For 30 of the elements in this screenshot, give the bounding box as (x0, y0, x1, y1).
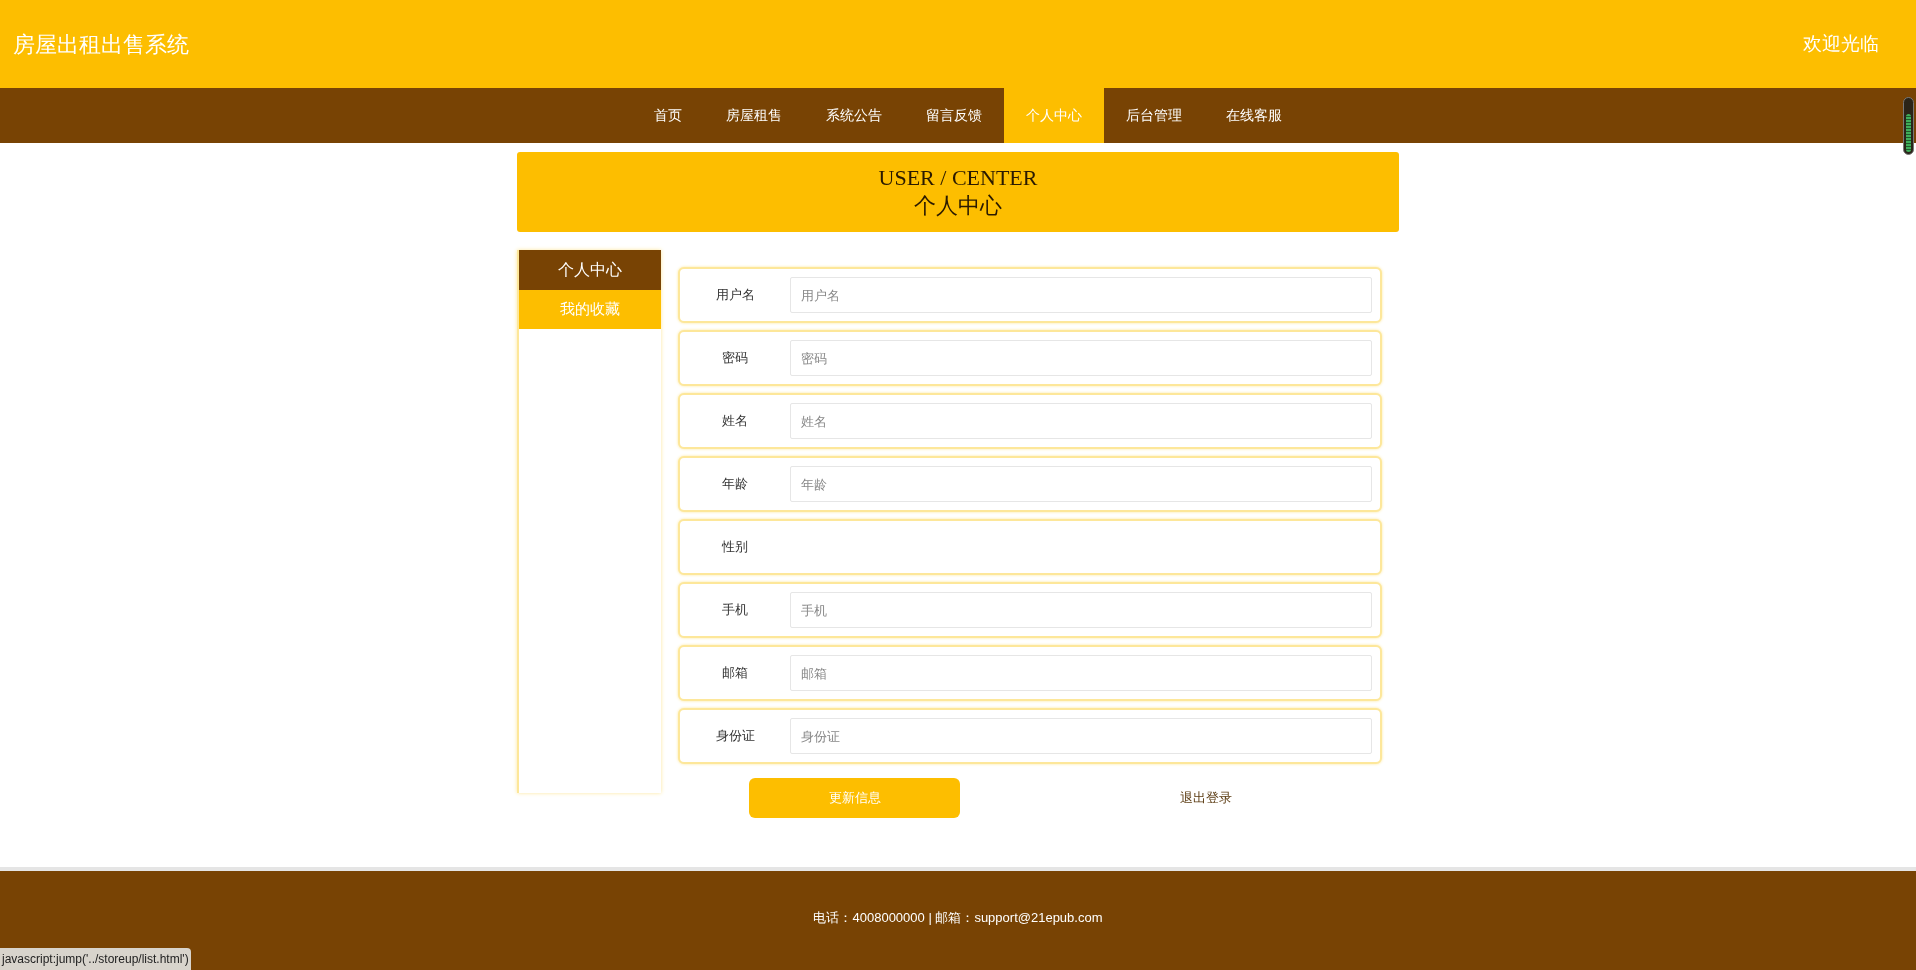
field-label: 性别 (721, 538, 749, 557)
scroll-indicator-icon (1903, 97, 1914, 155)
welcome-text: 欢迎光临 (1803, 31, 1880, 56)
input-field[interactable]: 身份证 (790, 718, 1372, 754)
sidebar-title: 个人中心 (519, 250, 661, 290)
nav-tab[interactable]: 后台管理 (1104, 88, 1204, 143)
field-label: 身份证 (714, 727, 756, 746)
nav-tab[interactable]: 房屋租售 (704, 88, 804, 143)
input-field[interactable]: 用户名 (790, 277, 1372, 313)
field-label: 年龄 (721, 475, 749, 494)
nav-tab[interactable]: 首页 (632, 88, 704, 143)
input-field[interactable]: 手机 (790, 592, 1372, 628)
input-field[interactable]: 年龄 (790, 466, 1372, 502)
footer-contact: 电话：4008000000 | 邮箱：support@21epub.com (813, 909, 1103, 926)
banner-title: 个人中心 (914, 192, 1002, 220)
banner-subtitle: USER / CENTER (878, 164, 1038, 192)
nav-tab[interactable]: 留言反馈 (904, 88, 1004, 143)
site-title: 房屋出租出售系统 (13, 30, 189, 59)
status-bar-url: javascript:jump('../storeup/list.html') (0, 948, 191, 970)
nav-tab[interactable]: 在线客服 (1204, 88, 1304, 143)
field-label: 密码 (721, 349, 749, 368)
input-field[interactable]: 密码 (790, 340, 1372, 376)
field-label: 姓名 (721, 412, 749, 431)
logout-link[interactable]: 退出登录 (1180, 788, 1232, 808)
field-label: 邮箱 (721, 664, 749, 683)
nav-tab[interactable]: 系统公告 (804, 88, 904, 143)
input-field[interactable]: 邮箱 (790, 655, 1372, 691)
field-label: 手机 (721, 601, 749, 620)
field-label: 用户名 (714, 286, 756, 305)
input-field[interactable]: 姓名 (790, 403, 1372, 439)
